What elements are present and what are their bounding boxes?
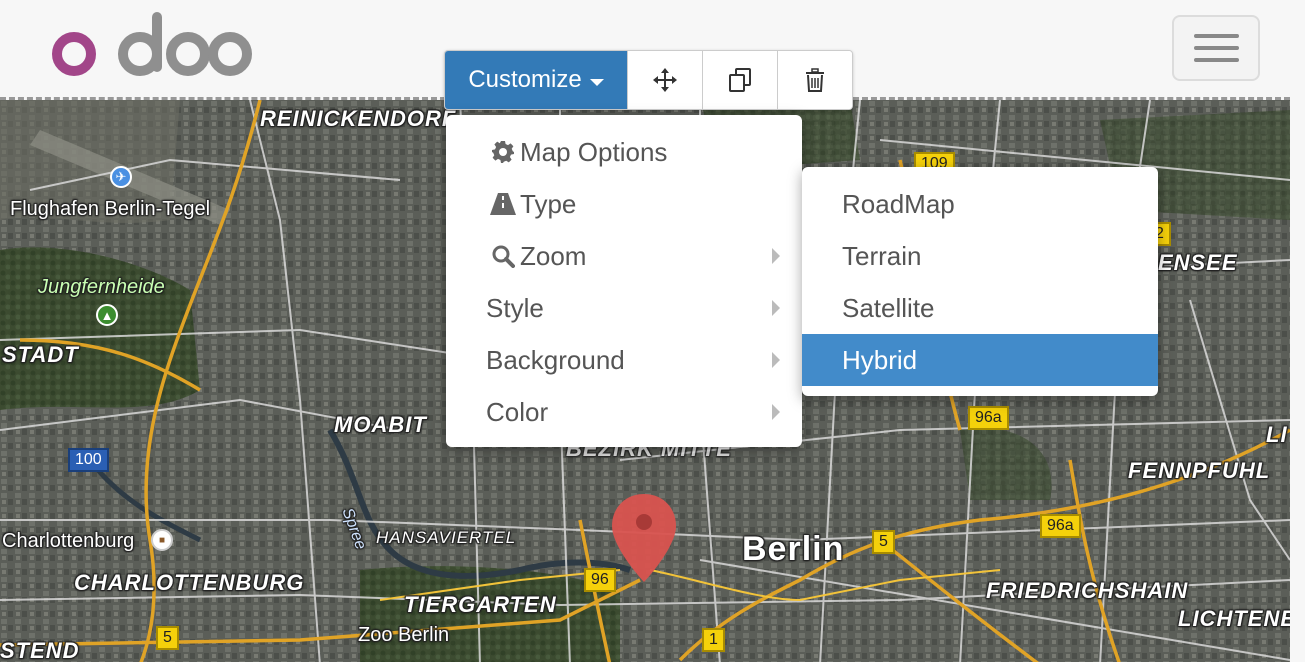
menu-item-background[interactable]: Background <box>446 334 802 386</box>
duplicate-icon <box>729 68 751 92</box>
label-charlottenburg: CHARLOTTENBURG <box>74 570 305 595</box>
duplicate-button[interactable] <box>702 51 777 109</box>
chevron-right-icon <box>772 248 780 264</box>
submenu-item-hybrid[interactable]: Hybrid <box>802 334 1158 386</box>
chevron-right-icon <box>772 300 780 316</box>
label-lichtenberg: LICHTENE <box>1178 606 1290 631</box>
delete-button[interactable] <box>777 51 852 109</box>
label-ensee: ENSEE <box>1158 250 1238 275</box>
move-button[interactable] <box>627 51 702 109</box>
label-charlottenburg-place: Charlottenburg <box>2 530 135 552</box>
gear-icon <box>490 140 516 164</box>
road-shield-96a: 96a <box>968 406 1009 430</box>
move-arrows-icon <box>653 68 677 92</box>
road-shield-1: 1 <box>702 628 725 652</box>
label-hansaviertel: HANSAVIERTEL <box>376 528 517 547</box>
submenu-item-label: Hybrid <box>842 344 918 375</box>
map-marker-icon[interactable] <box>610 492 678 584</box>
airport-icon: ✈ <box>110 166 132 188</box>
landmark-icon: ■ <box>151 529 173 551</box>
park-icon: ▲ <box>96 304 118 326</box>
label-friedrichshain: FRIEDRICHSHAIN <box>986 578 1189 603</box>
customize-dropdown-menu: Map Options Type Zoom Style Background C… <box>446 115 802 447</box>
menu-item-zoom[interactable]: Zoom <box>446 230 802 282</box>
menu-item-style[interactable]: Style <box>446 282 802 334</box>
label-stend: STEND <box>0 638 80 662</box>
menu-item-label: Type <box>520 188 577 219</box>
menu-item-label: Style <box>486 292 544 323</box>
label-stadt: STADT <box>2 342 79 367</box>
menu-item-color[interactable]: Color <box>446 386 802 438</box>
road-shield-100: 100 <box>68 448 109 472</box>
label-zoo: Zoo Berlin <box>358 624 450 646</box>
label-reinickendorf: REINICKENDORF <box>260 106 457 131</box>
submenu-item-satellite[interactable]: Satellite <box>802 282 1158 334</box>
menu-item-type[interactable]: Type <box>446 178 802 230</box>
chevron-right-icon <box>772 352 780 368</box>
menu-item-label: Map Options <box>520 136 668 167</box>
road-shield-96a: 96a <box>1040 514 1081 538</box>
label-jungfernheide: Jungfernheide <box>38 276 165 298</box>
menu-toggle-button[interactable] <box>1172 15 1260 81</box>
customize-label: Customize <box>468 66 582 93</box>
menu-item-label: Color <box>486 396 549 427</box>
trash-icon <box>806 68 824 92</box>
submenu-item-label: RoadMap <box>842 188 955 219</box>
snippet-toolbar: Customize <box>444 50 853 110</box>
label-tiergarten: TIERGARTEN <box>404 592 557 617</box>
label-fennpfuhl: FENNPFUHL <box>1128 458 1271 483</box>
submenu-item-label: Terrain <box>842 240 922 271</box>
search-icon <box>490 244 516 268</box>
menu-item-label: Background <box>486 344 625 375</box>
submenu-item-label: Satellite <box>842 292 935 323</box>
label-tegel: Flughafen Berlin-Tegel <box>10 198 211 220</box>
customize-button[interactable]: Customize <box>445 51 627 109</box>
road-icon <box>490 193 516 215</box>
road-shield-5: 5 <box>872 530 895 554</box>
chevron-right-icon <box>772 404 780 420</box>
label-berlin: Berlin <box>742 530 845 568</box>
hamburger-icon <box>1194 34 1239 38</box>
label-moabit: MOABIT <box>334 412 427 437</box>
road-shield-5: 5 <box>156 626 179 650</box>
odoo-logo[interactable] <box>36 10 256 80</box>
menu-item-label: Zoom <box>520 240 587 271</box>
label-li: LI <box>1266 422 1288 447</box>
submenu-item-roadmap[interactable]: RoadMap <box>802 178 1158 230</box>
caret-down-icon <box>589 78 604 86</box>
menu-item-map-options[interactable]: Map Options <box>446 126 802 178</box>
map-type-submenu: RoadMap Terrain Satellite Hybrid <box>802 167 1158 396</box>
submenu-item-terrain[interactable]: Terrain <box>802 230 1158 282</box>
